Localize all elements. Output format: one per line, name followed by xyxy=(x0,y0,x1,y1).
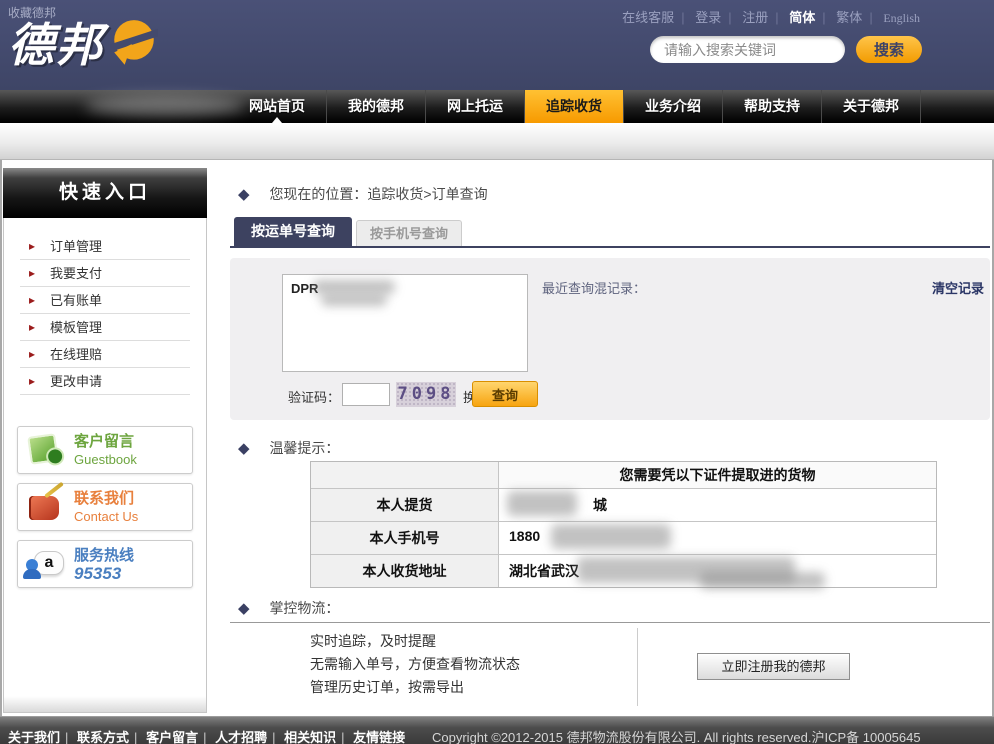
footer-link-contact[interactable]: 联系方式 xyxy=(77,730,142,744)
tips-section-title: ◆ 温馨提示： xyxy=(238,438,339,458)
contact-title: 联系我们 xyxy=(74,489,138,508)
top-header: 收藏德邦 德邦 专注你的托付 在线客服 登录 注册 简体 繁体 English … xyxy=(0,0,994,90)
logo-arrow-icon xyxy=(110,18,158,75)
contact-card[interactable]: 联系我们 Contact Us xyxy=(17,483,193,531)
arrow-bullet-icon: ▸ xyxy=(29,287,35,314)
hotline-title: 服务热线 xyxy=(74,546,134,565)
arrow-bullet-icon: ▸ xyxy=(29,314,35,341)
footer-link-knowledge[interactable]: 相关知识 xyxy=(284,730,349,744)
footer-link-careers[interactable]: 人才招聘 xyxy=(215,730,280,744)
sidebar: 快速入口 ▸ 订单管理 ▸ 我要支付 ▸ 已有账单 ▸ 模板管理 ▸ 在线理赔 xyxy=(3,168,207,713)
logo[interactable]: 德邦 专注你的托付 xyxy=(8,20,104,70)
page: 收藏德邦 德邦 专注你的托付 在线客服 登录 注册 简体 繁体 English … xyxy=(0,0,994,744)
query-form-panel: DPR 验证码： 7098 换一张 查询 最近查询混记录： 清空记录 xyxy=(230,258,990,420)
captcha-input[interactable] xyxy=(342,383,390,406)
query-submit-button[interactable]: 查询 xyxy=(472,381,538,407)
contact-us-icon xyxy=(26,488,66,528)
arrow-bullet-icon: ▸ xyxy=(29,341,35,368)
table-row: 本人手机号 1880 xyxy=(311,521,936,554)
guestbook-card[interactable]: 客户留言 Guestbook xyxy=(17,426,193,474)
sub-strip xyxy=(0,123,994,160)
blurred-region xyxy=(577,557,795,583)
hotline-number: 95353 xyxy=(74,565,134,582)
nav-item-track-receive[interactable]: 追踪收货 xyxy=(525,90,624,123)
tab-phone-query[interactable]: 按手机号查询 xyxy=(356,220,462,246)
table-row: 本人提货 城 xyxy=(311,488,936,521)
divider xyxy=(230,622,990,623)
arrow-bullet-icon: ▸ xyxy=(29,368,35,395)
nav-item-my-deppon[interactable]: 我的德邦 xyxy=(327,90,426,123)
nav-item-services[interactable]: 业务介绍 xyxy=(624,90,723,123)
logistics-section-title: ◆ 掌控物流： xyxy=(238,598,339,618)
register-my-deppon-button[interactable]: 立即注册我的德邦 xyxy=(697,653,850,680)
footer: 关于我们 联系方式 客户留言 人才招聘 相关知识 友情链接 Copyright … xyxy=(0,716,994,744)
nav-item-home[interactable]: 网站首页 xyxy=(228,90,327,123)
sidebar-item-templates[interactable]: ▸ 模板管理 xyxy=(20,314,190,341)
link-login[interactable]: 登录 xyxy=(695,10,738,25)
footer-link-about[interactable]: 关于我们 xyxy=(8,730,73,744)
feature-line: 管理历史订单，按需导出 xyxy=(310,676,520,699)
nav-item-help[interactable]: 帮助支持 xyxy=(723,90,822,123)
table-row: 本人收货地址 湖北省武汉 xyxy=(311,554,936,587)
pickup-credentials-table: 您需要凭以下证件提取进的货物 本人提货 城 本人手机号 1880 本人收货地址 … xyxy=(310,461,937,588)
feature-line: 实时追踪，及时提醒 xyxy=(310,630,520,653)
sidebar-item-pay[interactable]: ▸ 我要支付 xyxy=(20,260,190,287)
diamond-icon: ◆ xyxy=(238,186,250,203)
query-tabs: 按运单号查询 按手机号查询 xyxy=(230,219,990,248)
guestbook-icon xyxy=(26,431,66,471)
tab-waybill-query[interactable]: 按运单号查询 xyxy=(234,217,352,246)
blurred-watermark xyxy=(85,96,245,116)
sidebar-item-claims[interactable]: ▸ 在线理赔 xyxy=(20,341,190,368)
contact-subtitle: Contact Us xyxy=(74,508,138,525)
blurred-region xyxy=(551,524,671,549)
arrow-bullet-icon: ▸ xyxy=(29,233,35,260)
sidebar-item-bills[interactable]: ▸ 已有账单 xyxy=(20,287,190,314)
guestbook-title: 客户留言 xyxy=(74,432,137,451)
sidebar-item-change-request[interactable]: ▸ 更改申请 xyxy=(20,368,190,395)
nav-item-about[interactable]: 关于德邦 xyxy=(822,90,921,123)
feature-line: 无需输入单号，方便查看物流状态 xyxy=(310,653,520,676)
nav-item-online-shipping[interactable]: 网上托运 xyxy=(426,90,525,123)
guestbook-subtitle: Guestbook xyxy=(74,451,137,468)
copyright: Copyright ©2012-2015 德邦物流股份有限公司. All rig… xyxy=(432,727,921,744)
search-button[interactable]: 搜索 xyxy=(856,36,922,63)
vertical-divider xyxy=(637,628,638,706)
nav-items: 网站首页 我的德邦 网上托运 追踪收货 业务介绍 帮助支持 关于德邦 xyxy=(228,90,921,123)
sidebar-item-order-management[interactable]: ▸ 订单管理 xyxy=(20,233,190,260)
link-traditional[interactable]: 繁体 xyxy=(836,10,879,25)
sidebar-menu: ▸ 订单管理 ▸ 我要支付 ▸ 已有账单 ▸ 模板管理 ▸ 在线理赔 ▸ 更改申… xyxy=(20,233,190,395)
main-nav: 网站首页 我的德邦 网上托运 追踪收货 业务介绍 帮助支持 关于德邦 xyxy=(0,90,994,123)
footer-links: 关于我们 联系方式 客户留言 人才招聘 相关知识 友情链接 xyxy=(8,727,405,744)
clear-records-link[interactable]: 清空记录 xyxy=(932,278,984,297)
service-hotline-icon: a xyxy=(26,545,66,585)
link-online-service[interactable]: 在线客服 xyxy=(622,10,691,25)
blurred-region xyxy=(321,294,387,306)
footer-link-friends[interactable]: 友情链接 xyxy=(353,730,405,744)
sidebar-title: 快速入口 xyxy=(3,168,207,218)
diamond-icon: ◆ xyxy=(238,440,250,457)
logistics-features: 实时追踪，及时提醒 无需输入单号，方便查看物流状态 管理历史订单，按需导出 xyxy=(310,630,520,699)
captcha-image: 7098 xyxy=(396,382,456,407)
blurred-region xyxy=(313,280,395,294)
breadcrumb: ◆ 您现在的位置：追踪收货>订单查询 xyxy=(238,184,488,204)
footer-link-guestbook[interactable]: 客户留言 xyxy=(146,730,211,744)
table-header-cell: 您需要凭以下证件提取进的货物 xyxy=(499,462,936,488)
captcha-label: 验证码： xyxy=(288,387,340,406)
hotline-card[interactable]: a 服务热线 95353 xyxy=(17,540,193,588)
link-register[interactable]: 注册 xyxy=(742,10,785,25)
diamond-icon: ◆ xyxy=(238,600,250,617)
top-links: 在线客服 登录 注册 简体 繁体 English xyxy=(620,7,920,26)
link-simplified[interactable]: 简体 xyxy=(789,10,832,25)
arrow-bullet-icon: ▸ xyxy=(29,260,35,287)
link-english[interactable]: English xyxy=(883,11,920,25)
recent-queries-label: 最近查询混记录： xyxy=(542,278,646,297)
search-input[interactable] xyxy=(650,36,845,63)
waybill-input[interactable]: DPR xyxy=(282,274,528,372)
table-header-row: 您需要凭以下证件提取进的货物 xyxy=(311,462,936,488)
logo-text: 德邦 xyxy=(8,19,104,71)
